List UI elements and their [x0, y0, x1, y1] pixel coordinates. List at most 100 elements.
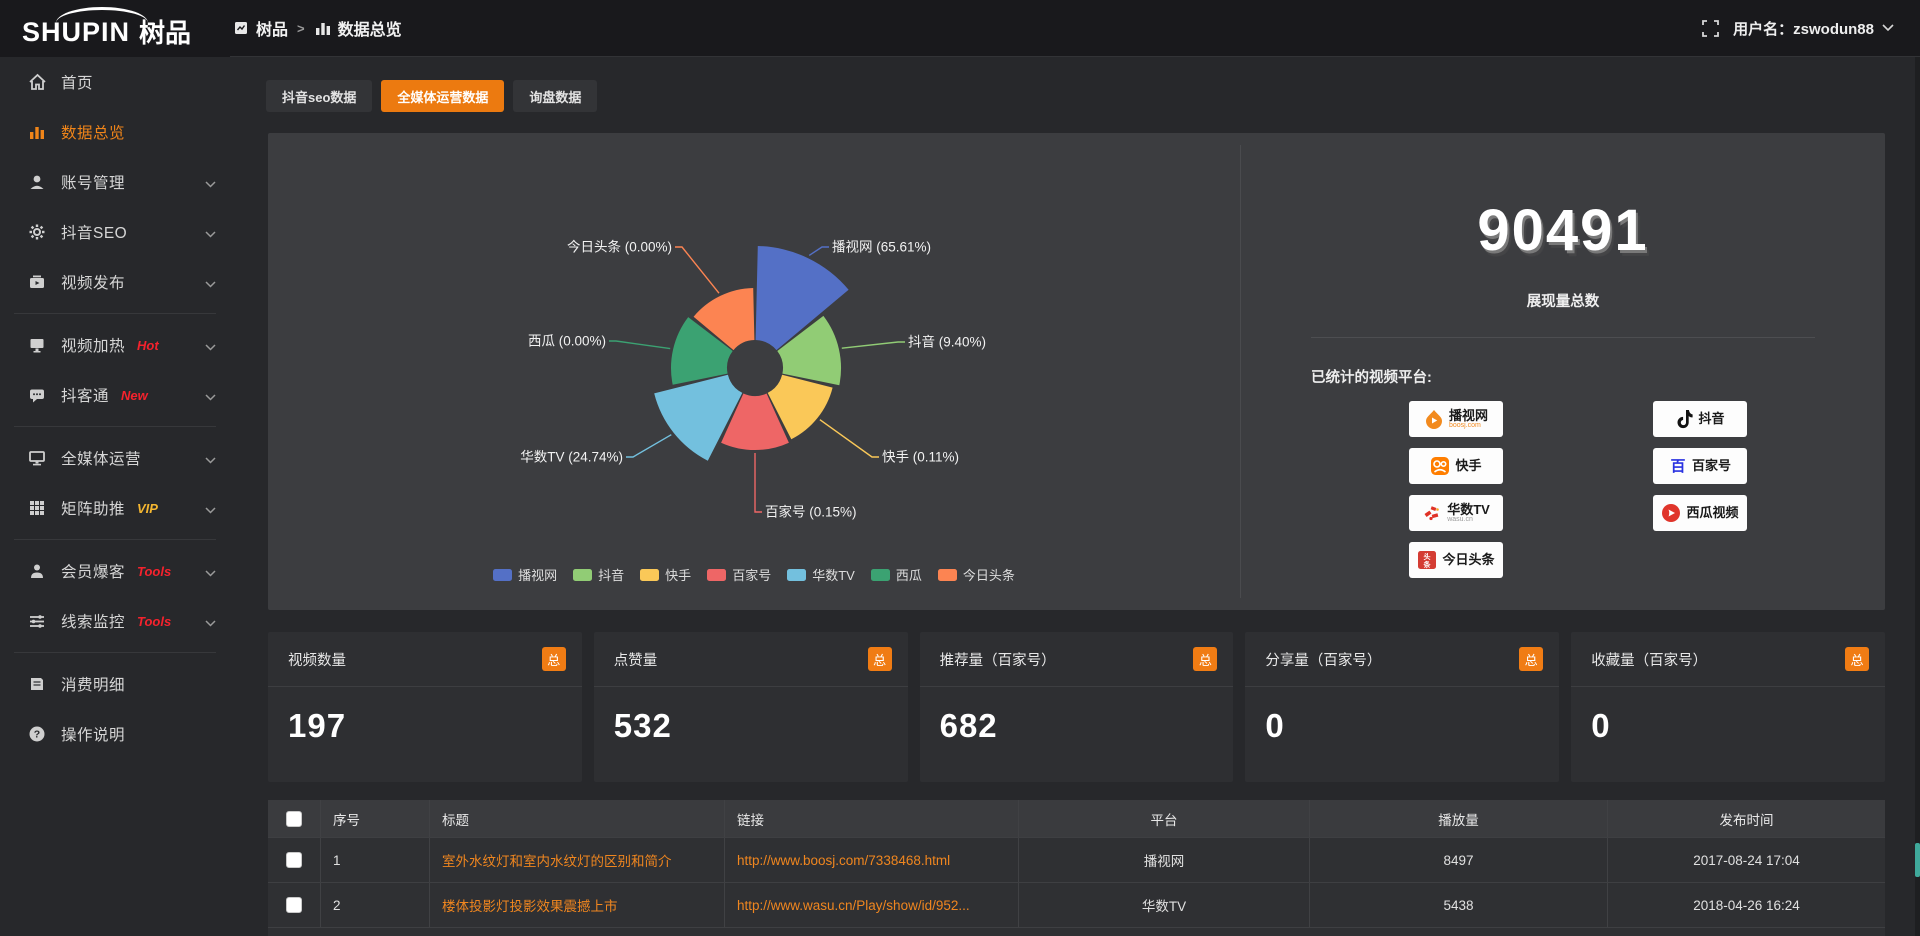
- legend-item[interactable]: 华数TV: [787, 565, 855, 584]
- breadcrumb-label: 数据总览: [338, 16, 402, 40]
- video-title-link[interactable]: 室外水纹灯和室内水纹灯的区别和简介: [442, 850, 672, 870]
- breadcrumb-item[interactable]: 树品: [232, 16, 288, 40]
- video-title-link[interactable]: 楼体投影灯投影效果震撼上市: [442, 895, 618, 915]
- total-badge[interactable]: 总: [1845, 647, 1869, 671]
- legend-swatch: [707, 569, 726, 581]
- legend-label: 快手: [665, 565, 691, 584]
- sidebar-item-label: 抖音SEO: [61, 221, 127, 243]
- pie-label-line: [675, 247, 719, 293]
- scrollbar-track[interactable]: [1915, 57, 1920, 936]
- stat-card-value: 197: [268, 687, 582, 745]
- column-header-link: 链接: [725, 800, 1019, 837]
- svg-text:?: ?: [33, 729, 39, 741]
- total-badge[interactable]: 总: [868, 647, 892, 671]
- row-platform: 华数TV: [1019, 883, 1310, 927]
- pie-chart-svg[interactable]: 播视网 (65.61%)抖音 (9.40%)快手 (0.11%)百家号 (0.1…: [268, 133, 1240, 553]
- sidebar-badge: Tools: [137, 614, 171, 629]
- sidebar-item-label: 全媒体运营: [61, 447, 141, 469]
- sidebar-item[interactable]: 抖客通 New: [0, 370, 230, 420]
- chevron-down-icon: [205, 275, 216, 293]
- sidebar-item[interactable]: 视频加热 Hot: [0, 320, 230, 370]
- breadcrumb-item[interactable]: 数据总览: [314, 16, 402, 40]
- total-badge[interactable]: 总: [542, 647, 566, 671]
- pie-label: 播视网 (65.61%): [832, 240, 931, 255]
- select-all-checkbox[interactable]: [286, 811, 302, 827]
- overview-panel: 播视网 (65.61%)抖音 (9.40%)快手 (0.11%)百家号 (0.1…: [268, 133, 1885, 610]
- stat-card-header: 收藏量（百家号） 总: [1571, 632, 1885, 687]
- sidebar-item[interactable]: 线索监控 Tools: [0, 596, 230, 646]
- video-url-link[interactable]: http://www.wasu.cn/Play/show/id/952...: [737, 898, 970, 913]
- videos-table: 序号 标题 链接 平台 播放量 发布时间 1 室外水纹灯和室内水纹灯的区别和简介…: [268, 800, 1885, 936]
- chip-subtext: boosj.com: [1449, 422, 1481, 429]
- row-checkbox[interactable]: [286, 852, 302, 868]
- bar-chart-icon: [314, 19, 332, 37]
- legend-item[interactable]: 播视网: [493, 565, 557, 584]
- sidebar-item[interactable]: 矩阵助推 VIP: [0, 483, 230, 533]
- legend-item[interactable]: 今日头条: [938, 565, 1015, 584]
- sidebar-item[interactable]: 全媒体运营: [0, 433, 230, 483]
- pie-label: 西瓜 (0.00%): [528, 334, 606, 349]
- stat-card-header: 分享量（百家号） 总: [1245, 632, 1559, 687]
- column-header-no: 序号: [321, 800, 430, 837]
- pie-label: 抖音 (9.40%): [908, 334, 986, 350]
- total-badge[interactable]: 总: [1193, 647, 1217, 671]
- sidebar-item[interactable]: 抖音SEO: [0, 207, 230, 257]
- legend-item[interactable]: 西瓜: [871, 565, 922, 584]
- pie-label: 百家号 (0.15%): [765, 504, 857, 520]
- chevron-down-icon: [205, 175, 216, 193]
- sidebar-item[interactable]: 账号管理: [0, 157, 230, 207]
- stat-card: 分享量（百家号） 总 0: [1245, 632, 1559, 782]
- legend-swatch: [493, 569, 512, 581]
- chevron-down-icon[interactable]: [1882, 19, 1894, 37]
- total-impressions-value: 90491: [1241, 197, 1885, 264]
- table-row: 2 楼体投影灯投影效果震撼上市 http://www.wasu.cn/Play/…: [268, 882, 1885, 927]
- tab-button[interactable]: 全媒体运营数据: [381, 80, 504, 112]
- pie-label: 华数TV (24.74%): [520, 450, 623, 465]
- stat-card-label: 点赞量: [614, 649, 658, 670]
- row-checkbox[interactable]: [286, 897, 302, 913]
- sidebar-item[interactable]: ? 操作说明: [0, 709, 230, 759]
- pie-slice[interactable]: [654, 375, 742, 461]
- chip-name: 今日头条: [1442, 553, 1494, 567]
- stat-card-label: 视频数量: [288, 649, 346, 670]
- sidebar-item[interactable]: 消费明细: [0, 659, 230, 709]
- column-header-title: 标题: [430, 800, 725, 837]
- stat-card-value: 0: [1571, 687, 1885, 745]
- breadcrumb: 树品 > 数据总览: [232, 0, 402, 56]
- toutiao-icon: 头条: [1417, 550, 1437, 570]
- column-header-platform: 平台: [1019, 800, 1310, 837]
- pie-label-line: [820, 420, 879, 457]
- tab-button[interactable]: 抖音seo数据: [266, 80, 372, 112]
- legend-item[interactable]: 百家号: [707, 565, 771, 584]
- chevron-down-icon: [205, 388, 216, 406]
- sidebar-divider: [14, 652, 216, 653]
- sidebar-badge: New: [121, 388, 148, 403]
- column-header-time: 发布时间: [1608, 800, 1885, 837]
- app-root: SHUPIN 树品 树品 > 数据总览 用户名：zswodun88: [0, 0, 1920, 936]
- legend-item[interactable]: 快手: [640, 565, 691, 584]
- sidebar-item[interactable]: 首页: [0, 57, 230, 107]
- tab-button[interactable]: 询盘数据: [513, 80, 597, 112]
- pie-label-line: [609, 341, 670, 349]
- legend-label: 播视网: [518, 565, 557, 584]
- sidebar-item[interactable]: 视频发布: [0, 257, 230, 307]
- video-url-link[interactable]: http://www.boosj.com/7338468.html: [737, 853, 950, 868]
- sidebar-item-label: 账号管理: [61, 171, 125, 193]
- username-label[interactable]: 用户名：zswodun88: [1733, 18, 1874, 39]
- sidebar-item[interactable]: 数据总览: [0, 107, 230, 157]
- sidebar-item-label: 视频加热: [61, 334, 125, 356]
- sidebar-item-label: 消费明细: [61, 673, 125, 695]
- platform-chip: 抖音: [1653, 401, 1747, 437]
- sidebar: 首页 数据总览 账号管理 抖音SEO 视频发布: [0, 57, 230, 936]
- logo-text-en: SHUPIN: [22, 9, 130, 46]
- row-no: 2: [321, 883, 430, 927]
- legend-item[interactable]: 抖音: [573, 565, 624, 584]
- stat-card-value: 0: [1245, 687, 1559, 745]
- home-icon: [27, 73, 46, 92]
- total-badge[interactable]: 总: [1519, 647, 1543, 671]
- sidebar-item[interactable]: 会员爆客 Tools: [0, 546, 230, 596]
- fullscreen-icon[interactable]: [1702, 20, 1719, 37]
- scrollbar-thumb[interactable]: [1915, 843, 1920, 877]
- chip-name: 快手: [1455, 459, 1481, 473]
- logo-arc: [56, 7, 148, 23]
